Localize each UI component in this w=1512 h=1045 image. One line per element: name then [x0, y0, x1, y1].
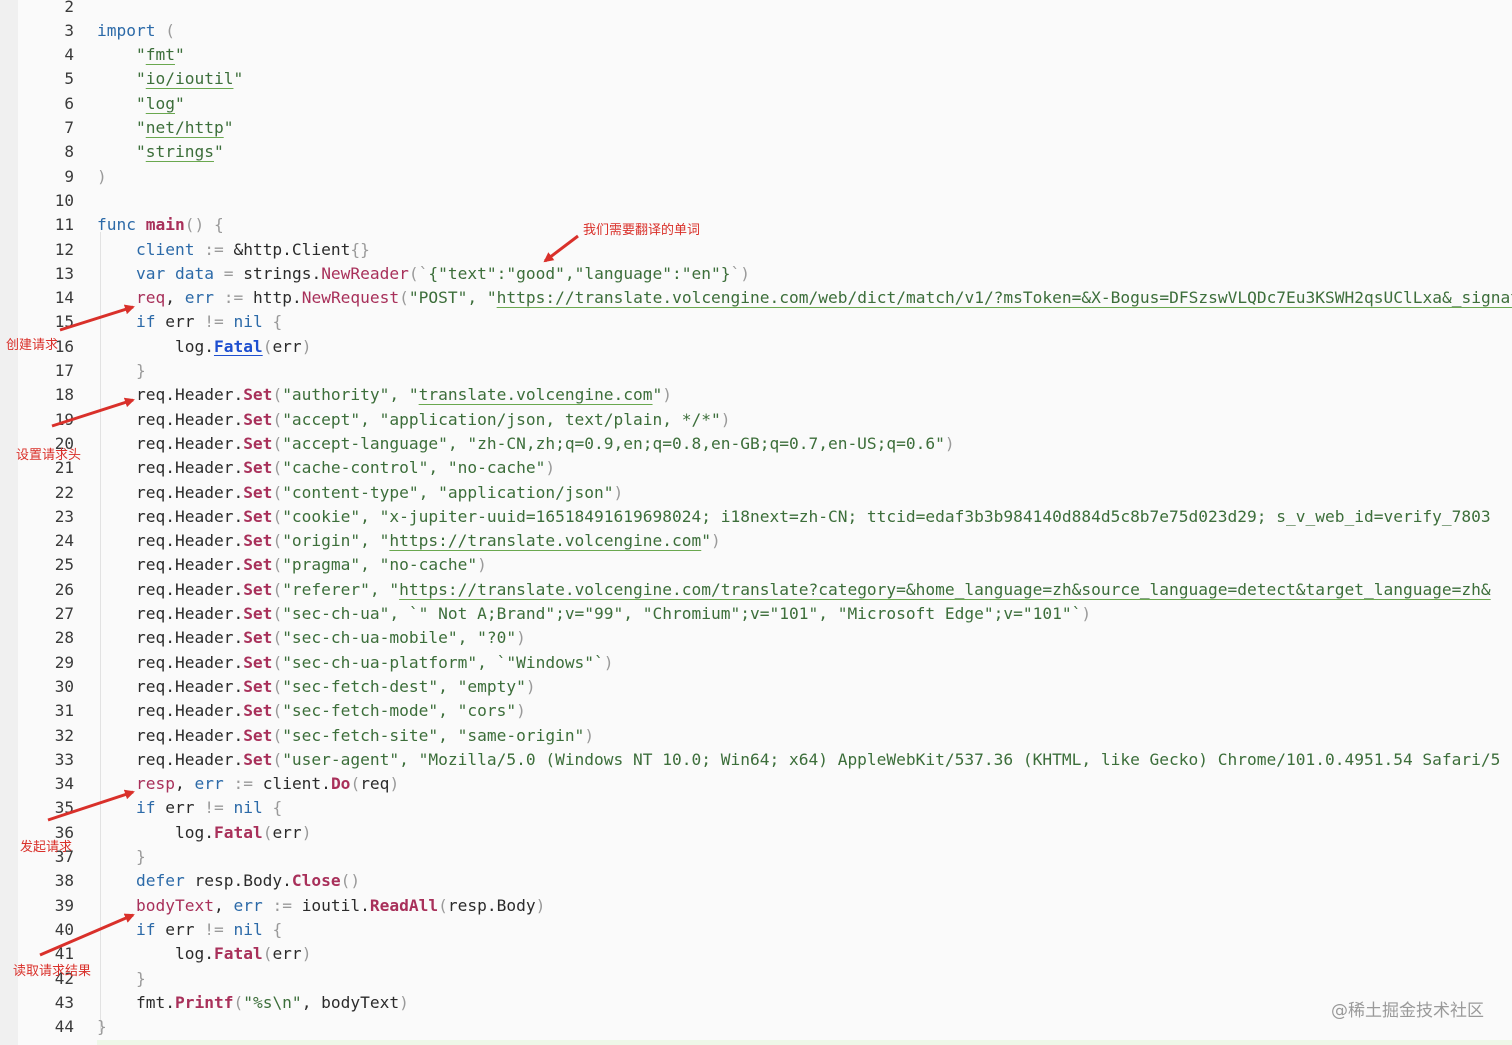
annotation-arrows — [39, 234, 579, 957]
arrow-set-headers — [51, 397, 135, 428]
arrow-translate-word — [543, 234, 579, 263]
watermark: @稀土掘金技术社区 — [1331, 1001, 1484, 1021]
arrow-send-request — [47, 789, 135, 822]
arrow-read-result — [39, 913, 135, 957]
next-line-highlight — [97, 1040, 1512, 1045]
arrow-create-request — [59, 304, 135, 332]
code-editor[interactable]: 2 3 import (4 "fmt" 5 "io/ioutil" 6 "log" 7 "… — [0, 0, 1512, 1045]
